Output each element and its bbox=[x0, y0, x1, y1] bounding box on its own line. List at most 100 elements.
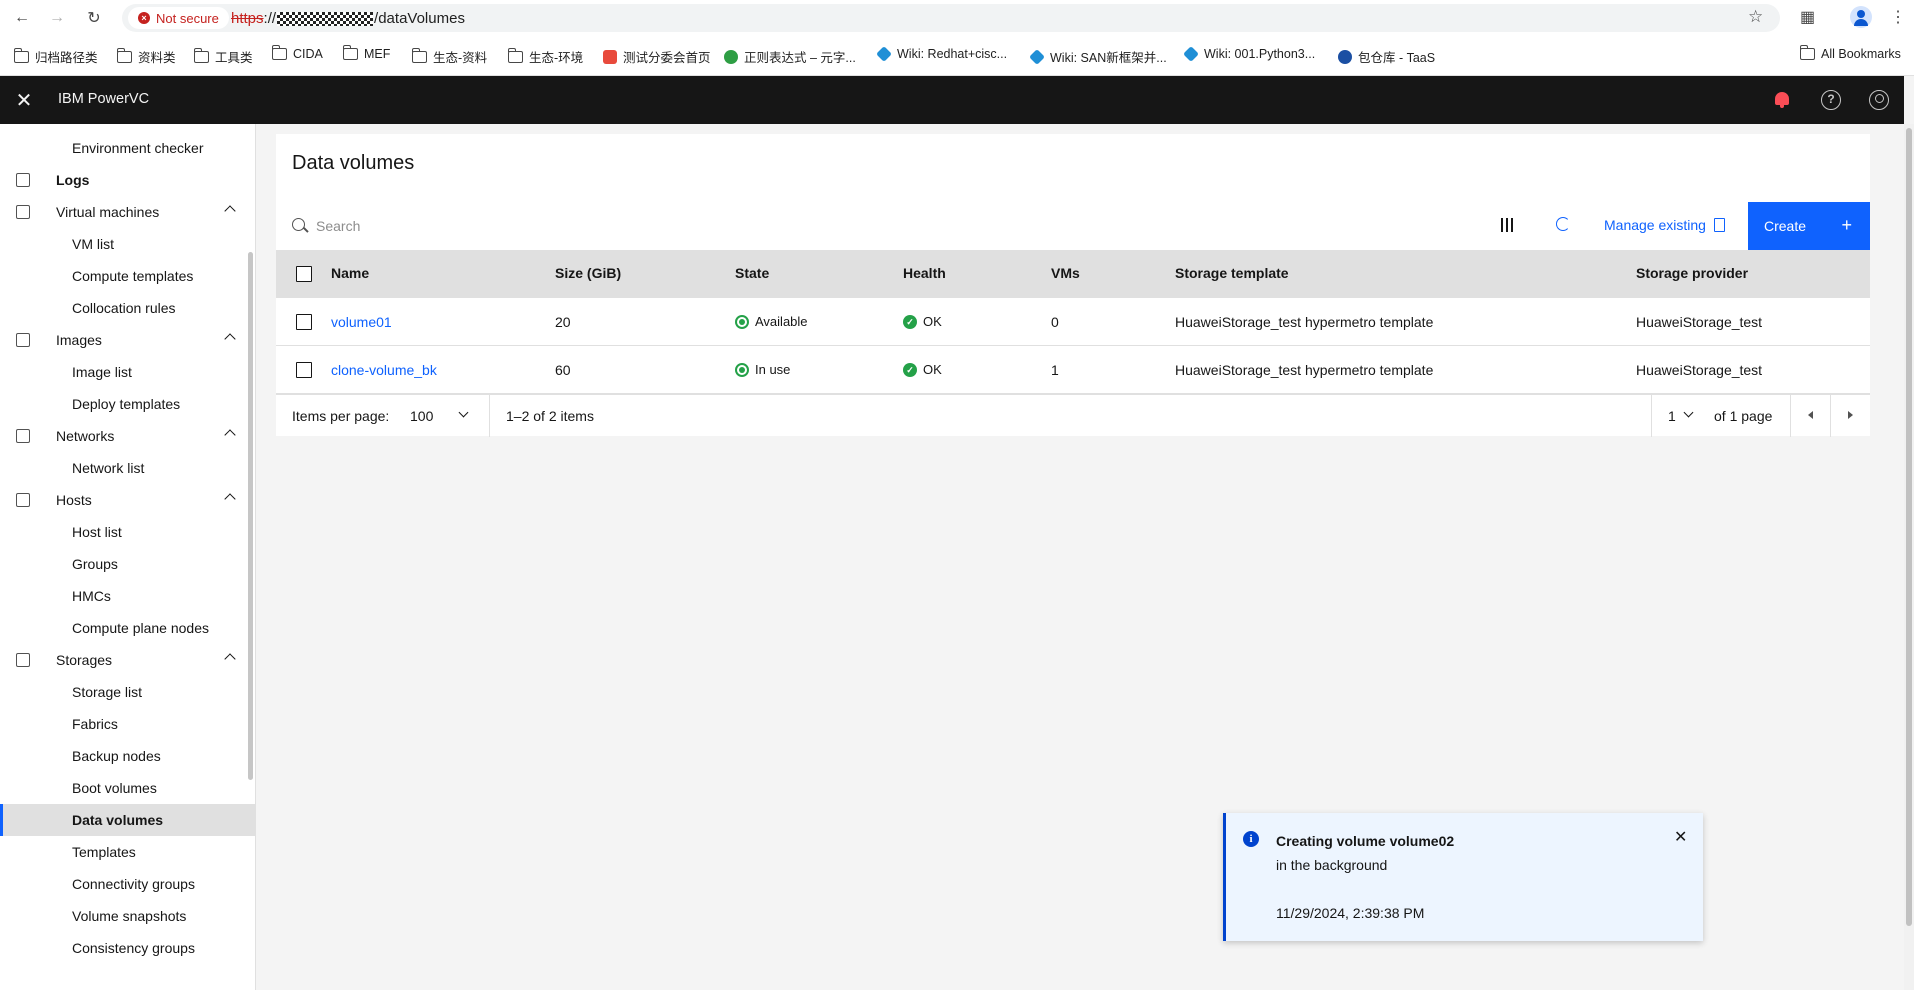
browser-menu-icon[interactable]: ⋮ bbox=[1890, 7, 1906, 27]
refresh-icon[interactable] bbox=[1556, 217, 1570, 231]
close-notification-icon[interactable]: ✕ bbox=[1674, 827, 1687, 847]
bookmark-item[interactable]: CIDA bbox=[271, 45, 323, 61]
select-all-checkbox[interactable] bbox=[296, 266, 312, 282]
chevron-up-icon[interactable] bbox=[224, 333, 236, 345]
sidebar-item-label: Backup nodes bbox=[72, 748, 161, 764]
user-icon[interactable] bbox=[1869, 90, 1889, 110]
sidebar-item-consistency-groups[interactable]: Consistency groups bbox=[0, 932, 256, 964]
chevron-down-icon[interactable] bbox=[1683, 407, 1694, 418]
sidebar-item-deploy-templates[interactable]: Deploy templates bbox=[0, 388, 256, 420]
ok-check-icon: ✓ bbox=[903, 314, 917, 329]
sidebar-item-hosts[interactable]: Hosts bbox=[0, 484, 256, 516]
sidebar-item-networks[interactable]: Networks bbox=[0, 420, 256, 452]
folder-icon bbox=[507, 47, 523, 63]
main-scrollbar[interactable] bbox=[1904, 124, 1914, 990]
sidebar-item-label: Host list bbox=[72, 524, 122, 540]
sidebar-item-compute-plane-nodes[interactable]: Compute plane nodes bbox=[0, 612, 256, 644]
chevron-up-icon[interactable] bbox=[224, 493, 236, 505]
column-header-state[interactable]: State bbox=[735, 265, 769, 281]
sidebar-item-collocation-rules[interactable]: Collocation rules bbox=[0, 292, 256, 324]
scrollbar-thumb[interactable] bbox=[1906, 128, 1912, 926]
bookmark-item[interactable]: 包仓库 - TaaS bbox=[1338, 47, 1435, 66]
help-icon[interactable]: ? bbox=[1821, 90, 1841, 110]
address-bar[interactable]: × Not secure https:// /dataVolumes bbox=[122, 4, 1780, 32]
create-button[interactable]: Create + bbox=[1748, 202, 1870, 250]
chevron-up-icon[interactable] bbox=[224, 653, 236, 665]
next-page-icon[interactable] bbox=[1848, 411, 1853, 419]
extensions-icon[interactable]: ▦ bbox=[1800, 7, 1815, 27]
volume-name-link[interactable]: clone-volume_bk bbox=[331, 362, 437, 378]
sidebar-item-storages[interactable]: Storages bbox=[0, 644, 256, 676]
row-checkbox[interactable] bbox=[296, 362, 312, 378]
bookmark-item[interactable]: MEF bbox=[342, 45, 390, 61]
sidebar-item-images[interactable]: Images bbox=[0, 324, 256, 356]
bookmark-item[interactable]: 工具类 bbox=[193, 47, 253, 66]
table-row[interactable]: clone-volume_bk 60 In use ✓ OK 1 HuaweiS… bbox=[276, 346, 1870, 394]
page-select[interactable]: 1 bbox=[1668, 408, 1676, 424]
column-header-size[interactable]: Size (GiB) bbox=[555, 265, 621, 281]
sidebar-item-network-list[interactable]: Network list bbox=[0, 452, 256, 484]
notification-bell-icon[interactable] bbox=[1772, 90, 1792, 110]
state-label: In use bbox=[755, 362, 791, 377]
sidebar-item-vm-list[interactable]: VM list bbox=[0, 228, 256, 260]
network-icon bbox=[16, 429, 30, 443]
profile-avatar-icon[interactable] bbox=[1850, 6, 1872, 28]
sidebar-item-compute-templates[interactable]: Compute templates bbox=[0, 260, 256, 292]
sidebar-item-data-volumes[interactable]: Data volumes bbox=[0, 804, 256, 836]
security-chip[interactable]: × Not secure bbox=[128, 7, 229, 29]
bookmark-star-icon[interactable]: ☆ bbox=[1748, 7, 1763, 27]
table-row[interactable]: volume01 20 Available ✓ OK 0 HuaweiStora… bbox=[276, 298, 1870, 346]
chevron-up-icon[interactable] bbox=[224, 205, 236, 217]
sidebar-item-boot-volumes[interactable]: Boot volumes bbox=[0, 772, 256, 804]
sidebar-item-label: Virtual machines bbox=[56, 204, 160, 220]
column-header-storage-provider[interactable]: Storage provider bbox=[1636, 265, 1748, 281]
column-header-vms[interactable]: VMs bbox=[1051, 265, 1080, 281]
sidebar-item-groups[interactable]: Groups bbox=[0, 548, 256, 580]
monitor-icon bbox=[16, 205, 30, 219]
sidebar-item-environment-checker[interactable]: Environment checker bbox=[0, 132, 256, 164]
sidebar-item-backup-nodes[interactable]: Backup nodes bbox=[0, 740, 256, 772]
sidebar-item-connectivity-groups[interactable]: Connectivity groups bbox=[0, 868, 256, 900]
row-checkbox[interactable] bbox=[296, 314, 312, 330]
sidebar-scrollbar[interactable] bbox=[248, 252, 253, 780]
sidebar-item-storage-list[interactable]: Storage list bbox=[0, 676, 256, 708]
sidebar-item-volume-snapshots[interactable]: Volume snapshots bbox=[0, 900, 256, 932]
search-input[interactable] bbox=[316, 214, 916, 238]
sidebar-item-fabrics[interactable]: Fabrics bbox=[0, 708, 256, 740]
sidebar-item-logs[interactable]: Logs bbox=[0, 164, 256, 196]
in-use-status-icon bbox=[735, 362, 749, 377]
previous-page-icon[interactable] bbox=[1808, 411, 1813, 419]
bookmark-item[interactable]: Wiki: 001.Python3... bbox=[1183, 46, 1315, 62]
column-header-name[interactable]: Name bbox=[331, 265, 369, 281]
reload-icon[interactable]: ↻ bbox=[84, 8, 104, 28]
sidebar-item-image-list[interactable]: Image list bbox=[0, 356, 256, 388]
sidebar-item-host-list[interactable]: Host list bbox=[0, 516, 256, 548]
bookmark-item[interactable]: 资料类 bbox=[116, 47, 176, 66]
volume-name-link[interactable]: volume01 bbox=[331, 314, 392, 330]
bookmark-item[interactable]: 生态-环境 bbox=[507, 47, 583, 66]
chevron-up-icon[interactable] bbox=[224, 429, 236, 441]
bookmark-item[interactable]: Wiki: Redhat+cisc... bbox=[876, 46, 1007, 62]
items-per-page-select[interactable]: 100 bbox=[410, 408, 433, 424]
manage-existing-button[interactable]: Manage existing bbox=[1604, 217, 1725, 233]
forward-icon[interactable]: → bbox=[47, 8, 67, 28]
sidebar-item-label: Connectivity groups bbox=[72, 876, 195, 892]
column-header-storage-template[interactable]: Storage template bbox=[1175, 265, 1289, 281]
sidebar-item-hmcs[interactable]: HMCs bbox=[0, 580, 256, 612]
bookmark-item[interactable]: 测试分委会首页 bbox=[603, 47, 711, 66]
product-name[interactable]: IBM PowerVC bbox=[58, 91, 149, 107]
column-settings-icon[interactable] bbox=[1500, 218, 1514, 232]
column-header-health[interactable]: Health bbox=[903, 265, 946, 281]
bookmarks-bar: All Bookmarks 归档路径类 资料类 工具类 CIDA MEF 生态-资料 生态-… bbox=[0, 36, 1914, 76]
bookmark-item[interactable]: 正则表达式 – 元字... bbox=[724, 47, 856, 66]
chevron-down-icon[interactable] bbox=[458, 407, 469, 418]
bookmark-item[interactable]: Wiki: SAN新框架并... bbox=[1029, 47, 1167, 66]
all-bookmarks[interactable]: All Bookmarks bbox=[1799, 45, 1901, 61]
back-icon[interactable]: ← bbox=[12, 8, 32, 28]
sidebar-item-virtual-machines[interactable]: Virtual machines bbox=[0, 196, 256, 228]
sidebar-item-templates[interactable]: Templates bbox=[0, 836, 256, 868]
bookmark-item[interactable]: 生态-资料 bbox=[411, 47, 487, 66]
url-text[interactable]: https:// /dataVolumes bbox=[231, 10, 465, 27]
bookmark-item[interactable]: 归档路径类 bbox=[13, 47, 98, 66]
close-nav-icon[interactable]: ✕ bbox=[0, 76, 48, 124]
